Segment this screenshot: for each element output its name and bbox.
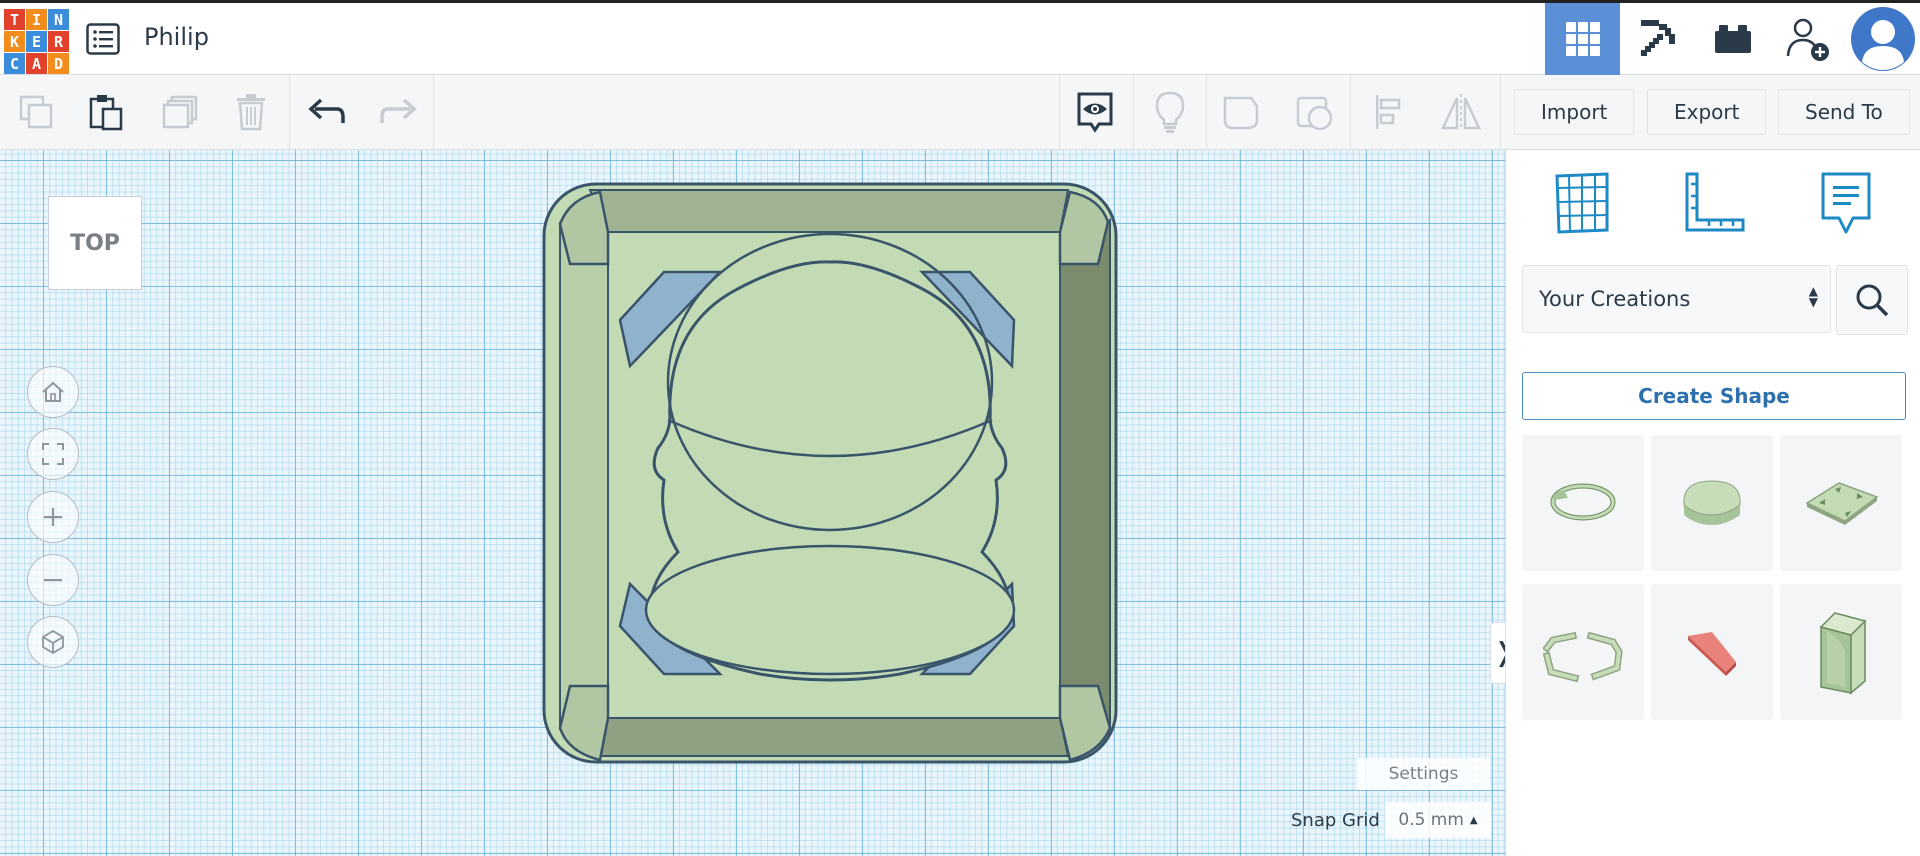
light-bulb-icon[interactable]	[1145, 87, 1195, 137]
plate-shape[interactable]	[1780, 435, 1902, 571]
logo-letter: A	[26, 53, 47, 74]
search-icon[interactable]	[1836, 265, 1908, 335]
zoom-out-icon[interactable]	[27, 554, 79, 606]
shapes-panel: Your Creations ▲ ▼ Create Shape	[1505, 150, 1920, 856]
duplicate-icon[interactable]	[155, 87, 205, 137]
sort-arrows-icon: ▲ ▼	[1808, 284, 1818, 309]
frame-shape[interactable]	[1522, 584, 1644, 720]
shape-category-value: Your Creations	[1539, 287, 1691, 311]
logo-letter: K	[4, 31, 25, 52]
collapse-panel-button[interactable]: ❭	[1490, 622, 1505, 684]
project-name[interactable]: Philip	[144, 23, 209, 51]
blob-shape[interactable]	[1651, 435, 1773, 571]
caret-up-icon: ▲	[1469, 814, 1478, 826]
pickaxe-icon[interactable]	[1620, 3, 1695, 75]
brick-icon[interactable]	[1695, 3, 1770, 75]
fit-view-icon[interactable]	[27, 428, 79, 480]
corner-wall-shape[interactable]	[1780, 584, 1902, 720]
workplane[interactable]: TOP Settings Snap Grid 0.5 mm ▲	[0, 150, 1505, 856]
add-user-icon[interactable]	[1770, 3, 1845, 75]
home-view-icon[interactable]	[27, 366, 79, 418]
avatar[interactable]	[1845, 3, 1920, 75]
grid-view-icon[interactable]	[1545, 3, 1620, 75]
copy-icon[interactable]	[11, 87, 61, 137]
snap-grid-select[interactable]: 0.5 mm ▲	[1385, 802, 1491, 838]
model-tray[interactable]	[540, 180, 1120, 770]
align-icon[interactable]	[1364, 87, 1414, 137]
shape-solid-icon[interactable]	[1217, 87, 1267, 137]
settings-button[interactable]: Settings	[1357, 758, 1490, 790]
view-cube-label: TOP	[70, 230, 120, 256]
ruler-icon[interactable]	[1679, 168, 1749, 238]
perspective-icon[interactable]	[27, 616, 79, 668]
import-button[interactable]: Import	[1514, 89, 1635, 135]
tinkercad-logo[interactable]: TIN KER CAD	[4, 9, 69, 74]
create-shape-button[interactable]: Create Shape	[1522, 372, 1906, 420]
notes-icon[interactable]	[1811, 168, 1881, 238]
shape-category-select[interactable]: Your Creations ▲ ▼	[1522, 265, 1831, 333]
logo-letter: R	[48, 31, 69, 52]
export-button[interactable]: Export	[1647, 89, 1767, 135]
edit-toolbar: Import Export Send To	[0, 75, 1920, 150]
logo-letter: I	[26, 9, 47, 30]
view-cube[interactable]: TOP	[48, 196, 142, 290]
workplane-icon[interactable]	[1547, 168, 1617, 238]
logo-letter: N	[48, 9, 69, 30]
logo-letter: D	[48, 53, 69, 74]
logo-letter: E	[26, 31, 47, 52]
delete-icon[interactable]	[226, 87, 276, 137]
red-wedge-shape[interactable]	[1651, 584, 1773, 720]
undo-icon[interactable]	[302, 87, 352, 137]
chevron-right-icon: ❭	[1493, 638, 1505, 668]
redo-icon[interactable]	[373, 87, 423, 137]
logo-letter: C	[4, 53, 25, 74]
send-to-button[interactable]: Send To	[1778, 89, 1910, 135]
paste-icon[interactable]	[81, 87, 131, 137]
notes-visibility-icon[interactable]	[1070, 87, 1120, 137]
snap-grid-label: Snap Grid	[1291, 810, 1380, 831]
zoom-in-icon[interactable]	[27, 491, 79, 543]
ring-shape[interactable]	[1522, 435, 1644, 571]
mirror-icon[interactable]	[1436, 87, 1486, 137]
design-list-icon[interactable]	[86, 23, 120, 55]
snap-grid-value: 0.5 mm	[1398, 810, 1464, 830]
logo-letter: T	[4, 9, 25, 30]
shape-hole-icon[interactable]	[1290, 87, 1340, 137]
top-bar: TIN KER CAD Philip	[0, 0, 1920, 75]
